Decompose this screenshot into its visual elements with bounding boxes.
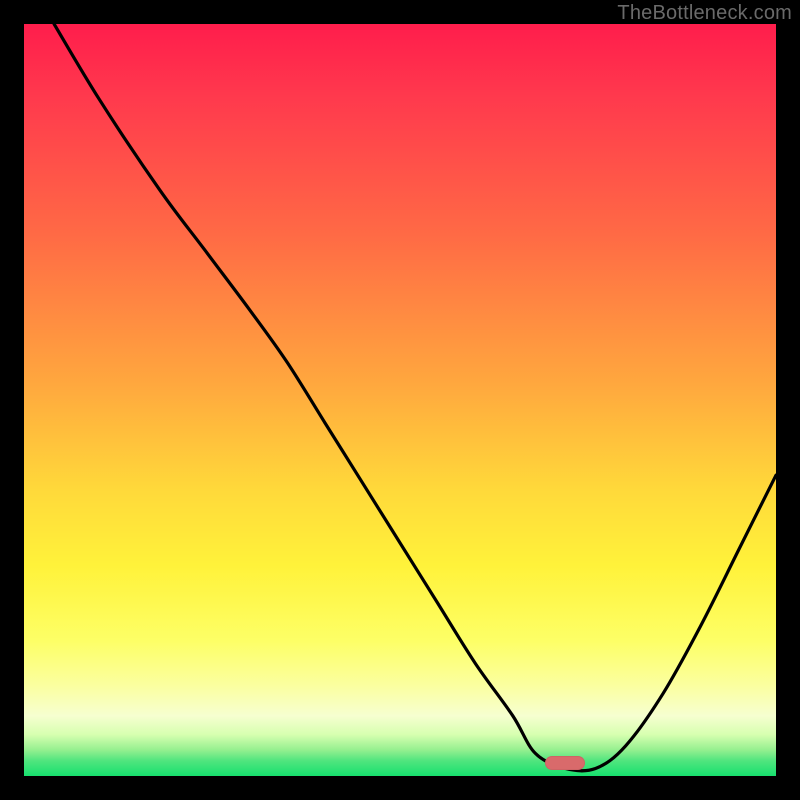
watermark-text: TheBottleneck.com: [617, 2, 792, 25]
bottleneck-curve: [24, 24, 776, 776]
optimum-marker: [545, 756, 585, 770]
plot-area: [24, 24, 776, 776]
chart-frame: TheBottleneck.com: [0, 0, 800, 800]
